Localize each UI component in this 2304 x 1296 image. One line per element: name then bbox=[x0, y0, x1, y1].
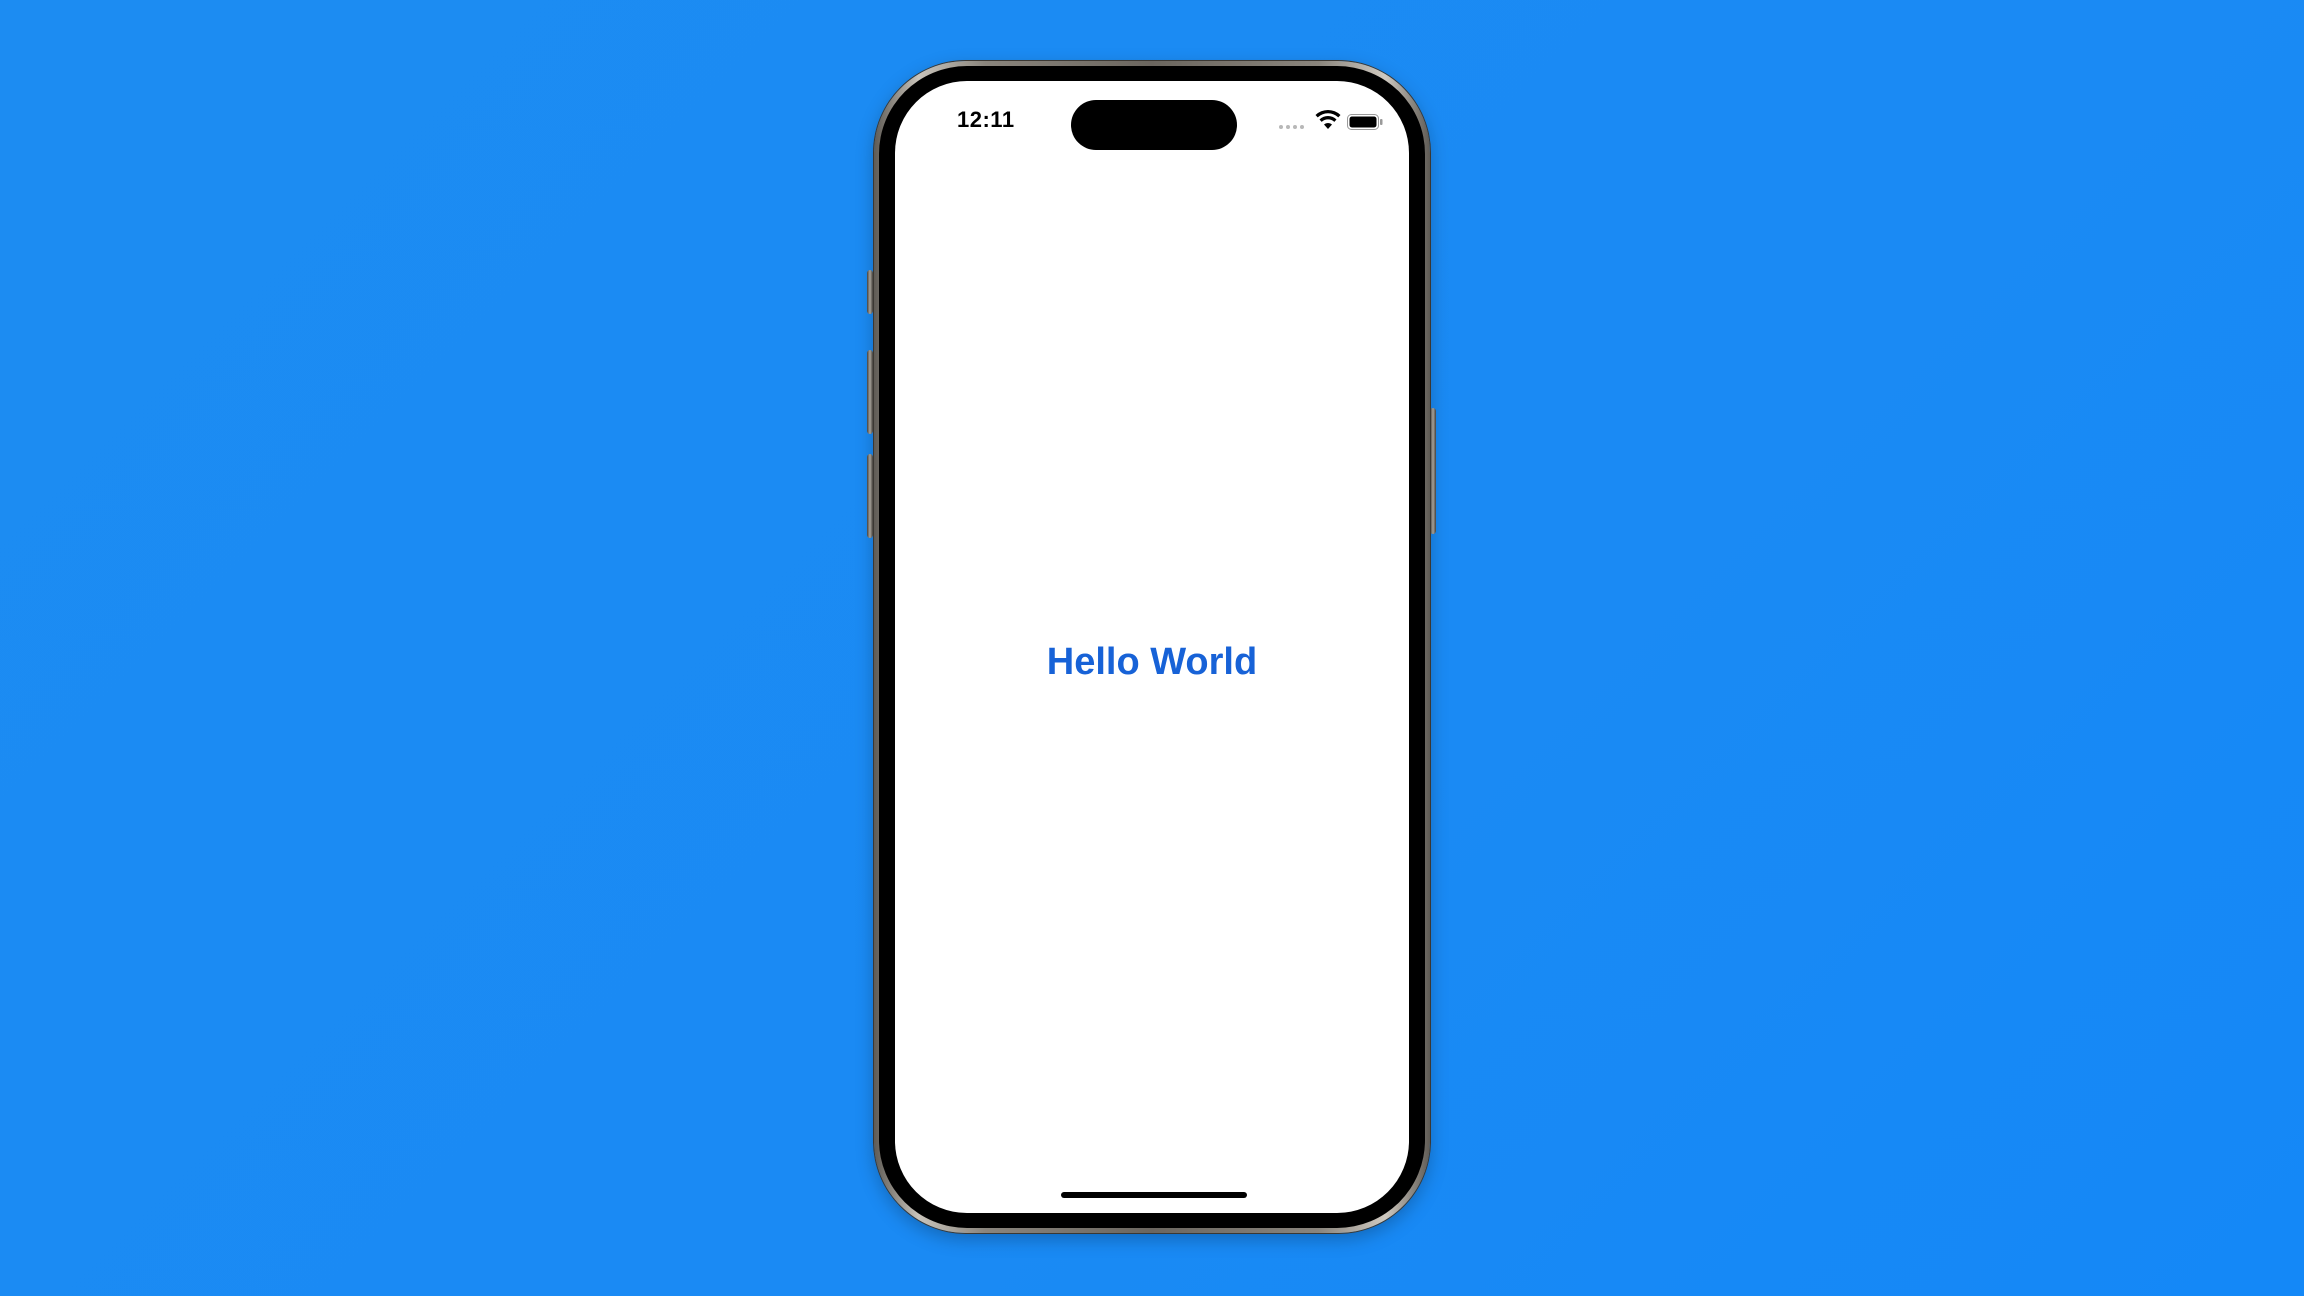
wifi-icon bbox=[1315, 109, 1341, 129]
phone-screen: 12:11 Hello World bbox=[895, 81, 1409, 1213]
hello-world-label: Hello World bbox=[1046, 641, 1258, 683]
phone-volume-down-button[interactable] bbox=[867, 454, 873, 538]
phone-bezel: 12:11 Hello World bbox=[879, 66, 1425, 1228]
dynamic-island bbox=[1071, 100, 1237, 150]
phone-power-button[interactable] bbox=[1430, 408, 1436, 534]
phone-volume-up-button[interactable] bbox=[867, 350, 873, 434]
home-indicator[interactable] bbox=[1061, 1192, 1247, 1198]
phone-frame: 12:11 Hello World bbox=[874, 61, 1430, 1233]
phone-side-action-button[interactable] bbox=[867, 270, 873, 314]
cellular-signal-icon bbox=[1279, 125, 1307, 131]
status-bar-time: 12:11 bbox=[957, 107, 1015, 132]
battery-icon bbox=[1347, 114, 1383, 130]
